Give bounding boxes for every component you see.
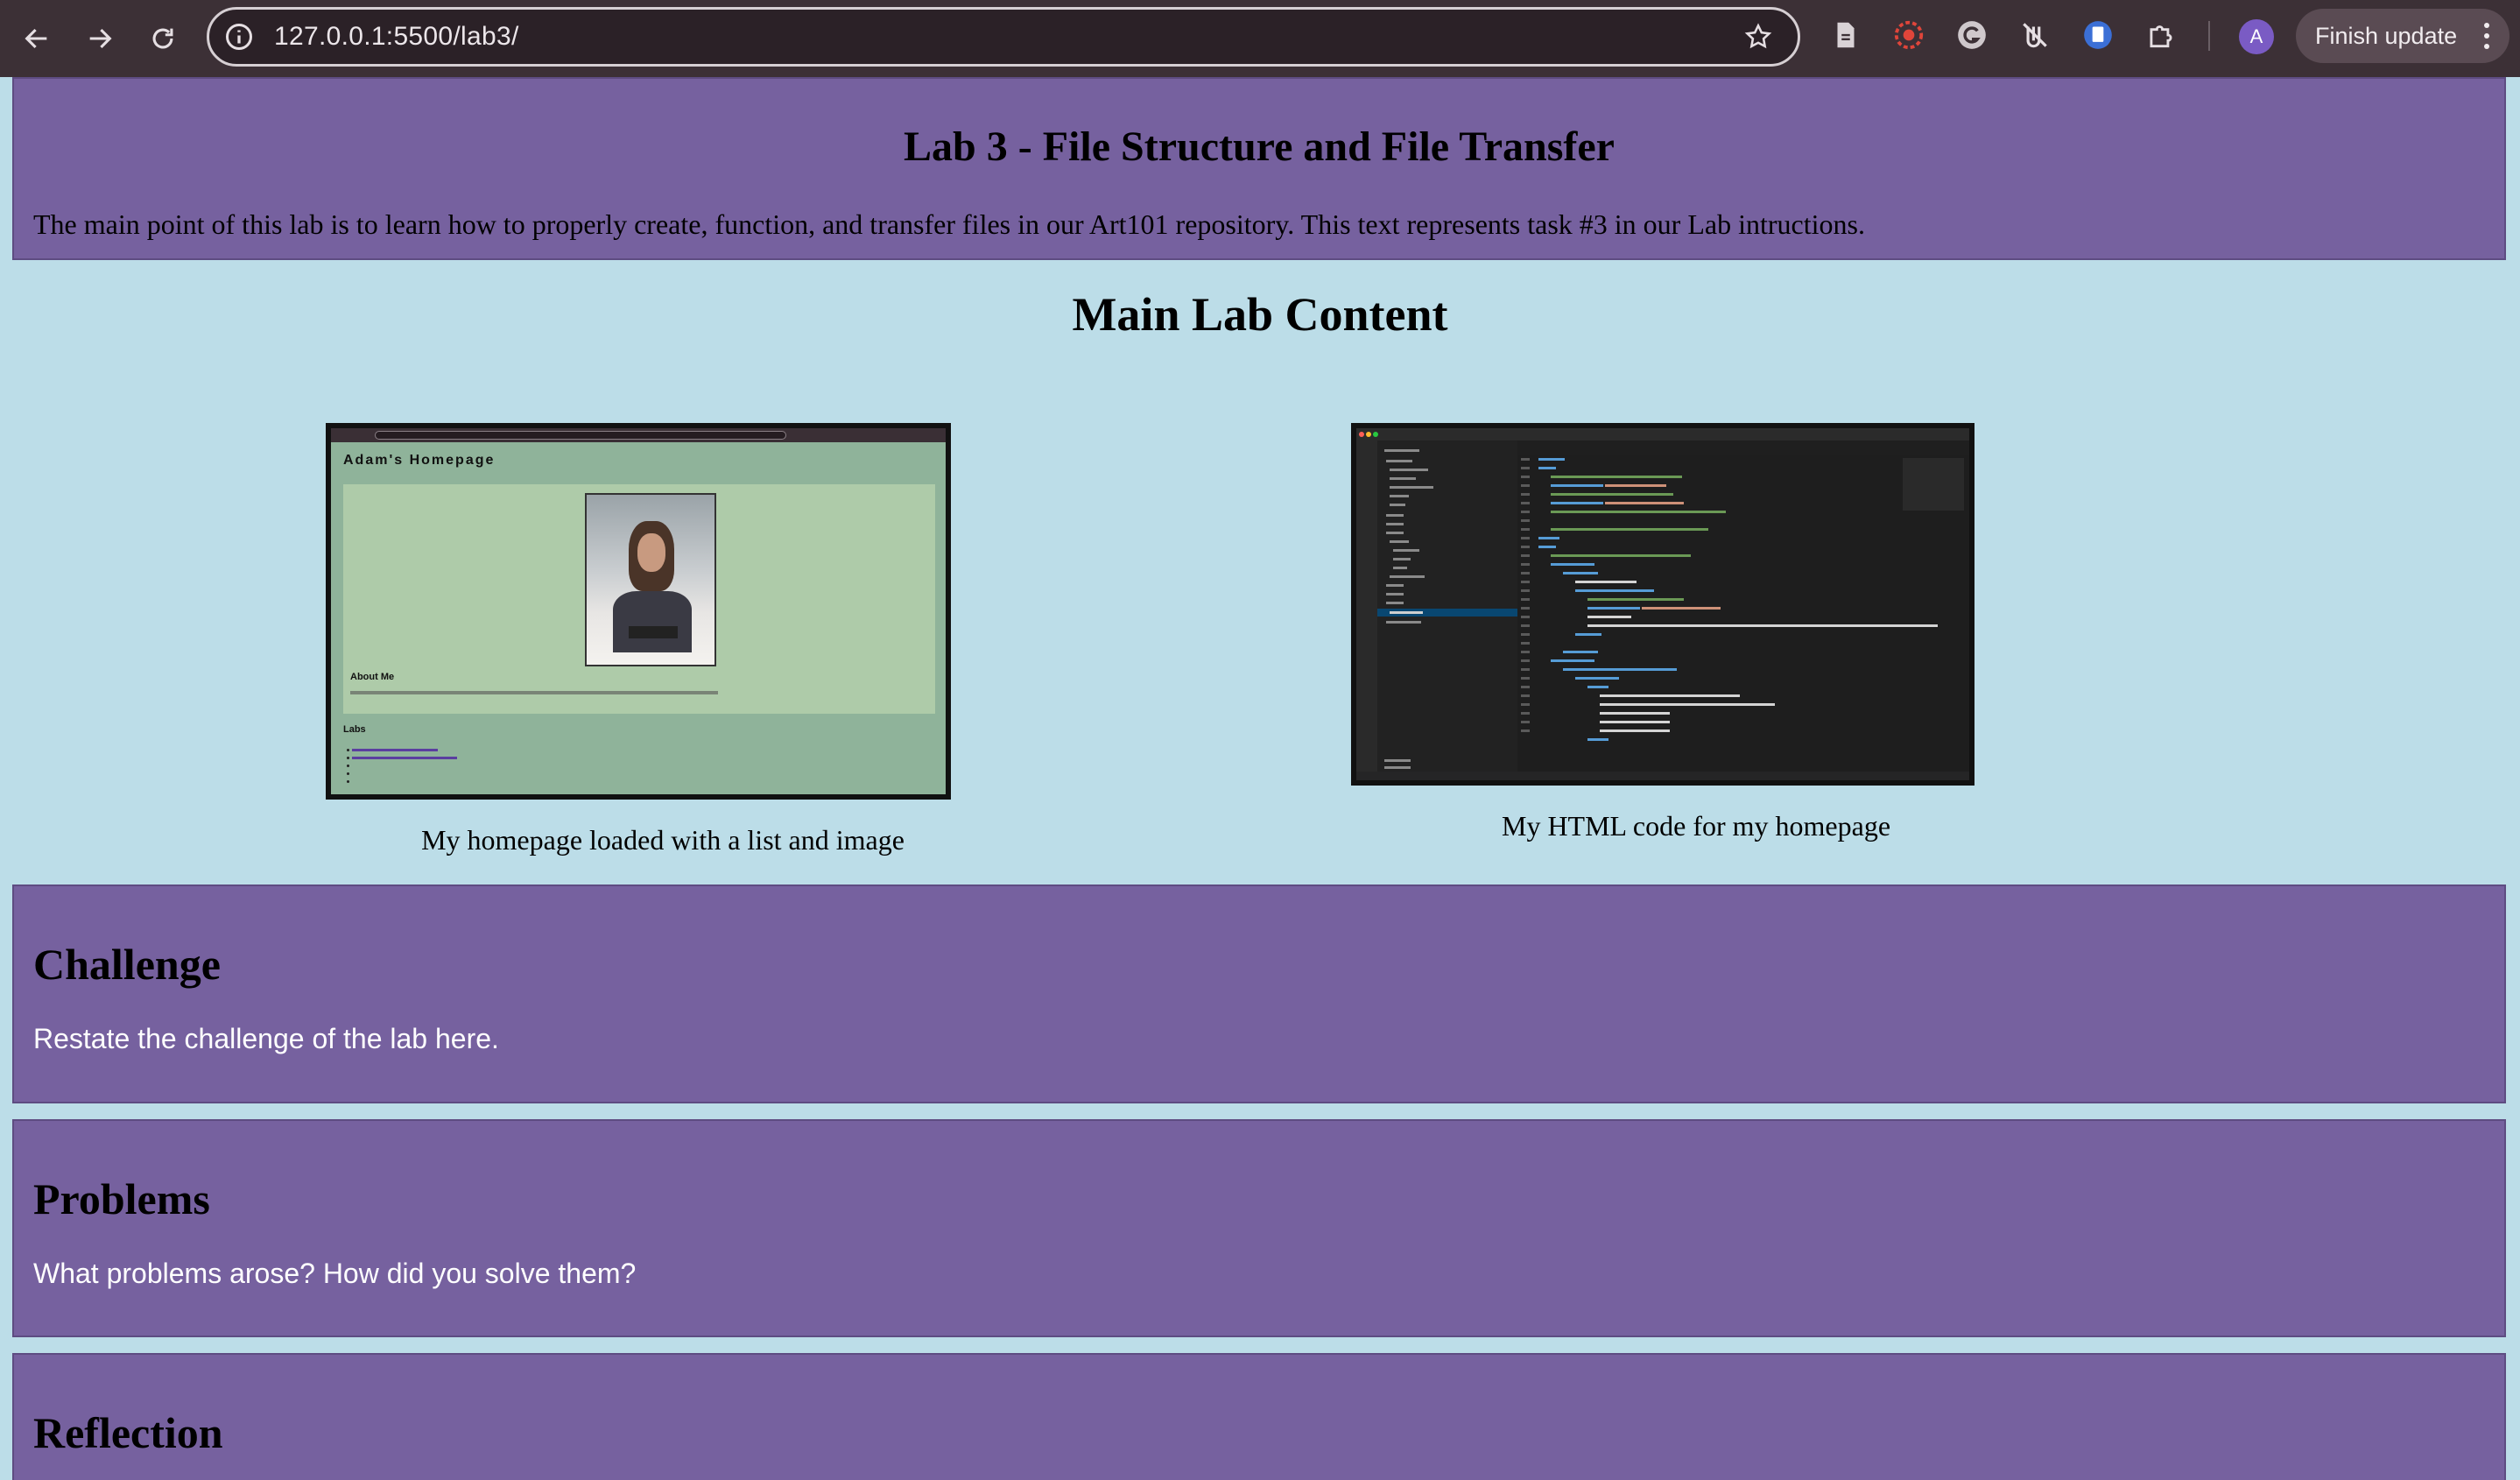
mini-lab-link (352, 749, 438, 751)
homepage-screenshot: Adam's Homepage About Me Labs (326, 423, 951, 800)
photo-face (637, 533, 665, 572)
finish-update-label: Finish update (2315, 22, 2458, 49)
document-icon (1837, 22, 1855, 48)
page-header: Lab 3 - File Structure and File Transfer… (12, 77, 2506, 260)
editor-activity-bar (1356, 440, 1377, 779)
reflection-heading: Reflection (33, 1408, 223, 1457)
blue-extension[interactable] (2080, 18, 2115, 53)
page-title: Lab 3 - File Structure and File Transfer (904, 123, 1615, 170)
document-extension[interactable] (1828, 18, 1863, 53)
finish-update-button[interactable]: Finish update (2296, 9, 2509, 63)
extension-blue-icon (2084, 21, 2112, 49)
page-description: The main point of this lab is to learn h… (33, 208, 1865, 240)
mini-bullet (347, 757, 349, 759)
figure-caption-homepage: My homepage loaded with a list and image (421, 824, 905, 856)
extension-slash-icon (2023, 23, 2047, 48)
file-tree (1377, 449, 1517, 776)
site-info-icon[interactable] (223, 21, 255, 53)
forward-button[interactable] (68, 7, 131, 70)
mini-content-panel: About Me (343, 484, 935, 714)
challenge-text: Restate the challenge of the lab here. (33, 1023, 499, 1054)
challenge-heading: Challenge (33, 940, 221, 989)
mini-bullet (347, 749, 349, 751)
extensions-button[interactable] (2143, 18, 2179, 53)
mini-browser-bar (331, 428, 946, 442)
back-icon (25, 28, 47, 49)
problems-heading: Problems (33, 1174, 210, 1223)
extension-red-icon (1894, 20, 1924, 50)
editor-status-bar (1356, 772, 1969, 780)
mini-bullet (347, 765, 349, 767)
problems-text: What problems arose? How did you solve t… (33, 1258, 637, 1289)
bookmark-star-icon[interactable] (1743, 22, 1773, 52)
figure-caption-code: My HTML code for my homepage (1501, 810, 1891, 842)
grammarly-icon (1958, 21, 1986, 49)
window-controls-icon (1359, 432, 1378, 437)
menu-dots-icon (2484, 23, 2489, 49)
photo-body (613, 591, 692, 652)
code-lines (1521, 458, 1964, 741)
slash-extension[interactable] (2017, 18, 2052, 53)
reflection-section: Reflection (12, 1353, 2506, 1480)
problems-section: Problems What problems arose? How did yo… (12, 1119, 2506, 1337)
code-editor-screenshot (1351, 423, 1974, 786)
back-button[interactable] (5, 7, 68, 70)
address-bar[interactable]: 127.0.0.1:5500/lab3/ (207, 7, 1800, 67)
profile-avatar[interactable]: A (2239, 19, 2274, 54)
portrait-photo (585, 493, 716, 666)
extensions-puzzle-icon (2150, 25, 2172, 48)
mini-labs-heading: Labs (343, 724, 366, 735)
reload-icon (152, 28, 173, 49)
editor-titlebar (1356, 428, 1969, 440)
challenge-section: Challenge Restate the challenge of the l… (12, 884, 2506, 1103)
mini-bullet (347, 772, 349, 775)
mini-address-bar (375, 431, 786, 440)
mini-about-heading: About Me (350, 672, 395, 682)
grammarly-extension[interactable] (1954, 18, 1989, 53)
mini-page-name: Adam's Homepage (343, 453, 496, 468)
red-extension[interactable] (1891, 18, 1926, 53)
reload-button[interactable] (131, 7, 194, 70)
forward-icon (89, 28, 112, 49)
mini-about-text (350, 691, 718, 694)
mini-lab-link (352, 757, 457, 759)
mini-bullet (347, 780, 349, 783)
browser-toolbar: 127.0.0.1:5500/lab3/ A Finish update (0, 0, 2520, 77)
editor-file-explorer (1377, 440, 1517, 779)
toolbar-divider (2208, 21, 2210, 51)
photo-book (629, 626, 678, 638)
main-content-title: Main Lab Content (1072, 288, 1448, 341)
url-text[interactable]: 127.0.0.1:5500/lab3/ (274, 22, 519, 52)
editor-code-area (1517, 455, 1969, 779)
